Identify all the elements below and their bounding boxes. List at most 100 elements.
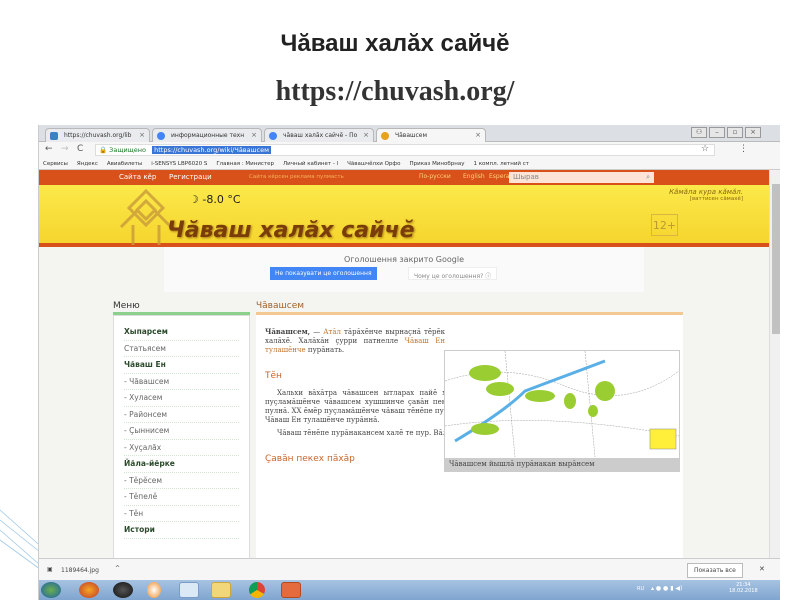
windows-taskbar: RU ▴ ● ● ▮ ◀) 21:34 18.02.2018	[39, 580, 780, 600]
tab-label: https://chuvash.org/lib	[64, 132, 132, 139]
menu-item[interactable]: - Çыннисем	[124, 423, 239, 440]
browser-screenshot: https://chuvash.org/lib × информационные …	[38, 125, 780, 600]
close-download-bar-button[interactable]: ✕	[759, 565, 765, 573]
bookmark-item[interactable]: 1 компл. летний ст	[473, 161, 529, 167]
powerpoint-icon[interactable]	[281, 582, 301, 598]
bookmark-item[interactable]: Личный кабинет - l	[283, 161, 338, 167]
login-link[interactable]: Сайта кĕр	[119, 173, 156, 181]
promo-text: Сайта кĕрсен реклама пулмасть	[249, 174, 344, 180]
site-top-bar: Сайта кĕр Регистраци Сайта кĕрсен реклам…	[39, 170, 769, 185]
explorer-icon[interactable]	[211, 582, 231, 598]
image-file-icon: ▣	[47, 566, 53, 573]
download-filename[interactable]: 1189464.jpg	[61, 567, 99, 574]
sidebar-menu: Меню Хыпарсем Статьясем Чăваш Ен - Чăвашсем…	[113, 295, 250, 565]
word-icon[interactable]	[179, 582, 199, 598]
weather-widget: ☽ -8.0 °C	[189, 193, 241, 206]
page-scrollbar[interactable]	[769, 170, 780, 560]
bookmarks-bar: Сервисы Яндекс Авиабилеты i-SENSYS LBP6020 …	[39, 158, 780, 170]
slide-title: Чăваш халăх сайчĕ	[280, 30, 510, 57]
forward-icon[interactable]: →	[61, 144, 69, 154]
site-logo-text[interactable]: Чăваш халăх сайчĕ	[167, 218, 415, 243]
chrome-icon[interactable]	[249, 582, 265, 598]
close-icon[interactable]: ×	[139, 131, 145, 139]
camera-app-icon[interactable]	[113, 582, 133, 598]
menu-item[interactable]: Йăла-йĕрке	[124, 456, 239, 473]
search-icon[interactable]: ⌕	[646, 173, 650, 182]
profile-button[interactable]: ⚇	[691, 127, 707, 138]
map-image	[444, 350, 680, 458]
clock[interactable]: 21:34 18.02.2018	[729, 582, 758, 594]
motto-source: [ваттисен сăмахĕ]	[689, 196, 743, 202]
motto: Кăмăла кура кăмăл. [ваттисен сăмахĕ]	[669, 188, 743, 202]
menu-item[interactable]: Статьясем	[124, 341, 239, 357]
why-ad-button[interactable]: Чому це оголошення? ⓘ	[408, 267, 498, 280]
bookmark-item[interactable]: Авиабилеты	[107, 161, 142, 167]
clock-date: 18.02.2018	[729, 588, 758, 594]
firefox-icon[interactable]	[79, 582, 99, 598]
motto-text: Кăмăла кура кăмăл.	[669, 188, 743, 196]
menu-item[interactable]: - Хуçалăх	[124, 440, 239, 456]
tab-google-search[interactable]: информационные техн ×	[152, 128, 262, 142]
star-icon[interactable]: ☆	[701, 144, 709, 154]
site-search-input[interactable]: Шырав ⌕	[509, 172, 654, 183]
article-body: Чăвашсем, — Атăл тăрăхĕнче вырнаçнă тĕрĕ…	[256, 315, 683, 575]
menu-item[interactable]: - Чăвашсем	[124, 374, 239, 390]
tab-label: информационные техн	[171, 132, 245, 139]
bookmark-item[interactable]: Главная : Министер	[216, 161, 274, 167]
bookmark-item[interactable]: Приказ Минобрнау	[410, 161, 465, 167]
lang-english[interactable]: English	[463, 173, 485, 180]
minimize-button[interactable]: –	[709, 127, 725, 138]
address-input[interactable]: 🔒 Защищено https://chuvash.org/wiki/Чăва…	[95, 144, 715, 156]
menu-item[interactable]: - Тĕрĕсем	[124, 473, 239, 489]
address-bar-row: ← → C 🔒 Защищено https://chuvash.org/wik…	[39, 142, 780, 158]
bookmark-item[interactable]: Сервисы	[43, 161, 68, 167]
moon-icon: ☽	[189, 193, 199, 206]
bookmark-item[interactable]: Чăвашчĕлхи Орфо	[347, 161, 400, 167]
menu-item[interactable]: - Тĕн	[124, 506, 239, 522]
media-player-icon[interactable]	[147, 582, 161, 598]
sun-icon	[381, 132, 389, 140]
close-icon[interactable]: ×	[475, 131, 481, 139]
download-bar: ▣ 1189464.jpg ^ Показать все ✕	[39, 558, 780, 580]
lock-icon: 🔒	[99, 146, 108, 154]
menu-item[interactable]: - Хуласем	[124, 390, 239, 407]
temperature: -8.0 °C	[202, 193, 241, 206]
register-link[interactable]: Регистраци	[169, 173, 212, 181]
tab-label: чăваш халăх сайчĕ - По	[283, 132, 358, 139]
scrollbar-thumb[interactable]	[772, 184, 780, 334]
tab-chuvashsem[interactable]: Чăвашсем ×	[376, 128, 486, 142]
bookmark-item[interactable]: Яндекс	[77, 161, 98, 167]
menu-item[interactable]: - Районсем	[124, 407, 239, 423]
close-icon[interactable]: ×	[363, 131, 369, 139]
reload-icon[interactable]: C	[77, 144, 83, 154]
slide-url: https://chuvash.org/	[275, 76, 515, 107]
show-all-downloads-button[interactable]: Показать все	[687, 563, 743, 578]
site-icon	[50, 132, 58, 140]
intro-text: —	[310, 328, 324, 336]
back-icon[interactable]: ←	[45, 144, 53, 154]
language-indicator[interactable]: RU	[637, 586, 644, 592]
tab-bar: https://chuvash.org/lib × информационные …	[39, 125, 780, 142]
map-figure[interactable]: Чăвашсем йышлă пурăнакан вырăнсем	[444, 350, 680, 472]
maximize-button[interactable]: ▫	[727, 127, 743, 138]
bookmark-item[interactable]: i-SENSYS LBP6020 S	[151, 161, 207, 167]
menu-title: Меню	[113, 295, 250, 315]
menu-item[interactable]: Истори	[124, 522, 239, 539]
close-icon[interactable]: ×	[251, 131, 257, 139]
google-icon	[269, 132, 277, 140]
link-atal[interactable]: Атăл	[323, 328, 341, 336]
ad-notice-text: Оголошення закрито Google	[343, 255, 465, 264]
close-window-button[interactable]: ×	[745, 127, 761, 138]
chevron-up-icon[interactable]: ^	[115, 565, 120, 572]
menu-item[interactable]: Чăваш Ен	[124, 357, 239, 374]
site-header: ☽ -8.0 °C Чăваш халăх сайчĕ Кăмăла кура …	[39, 185, 769, 247]
hide-ad-button[interactable]: Не показувати це оголошення	[270, 267, 377, 280]
tab-chuvash-lib[interactable]: https://chuvash.org/lib ×	[45, 128, 150, 142]
menu-item[interactable]: Хыпарсем	[124, 324, 239, 341]
menu-icon[interactable]: ⋮	[739, 144, 748, 154]
tray-icons[interactable]: ▴ ● ● ▮ ◀)	[651, 585, 682, 592]
menu-item[interactable]: - Тĕпелĕ	[124, 489, 239, 506]
start-button-icon[interactable]	[41, 582, 61, 598]
tab-google-search-2[interactable]: чăваш халăх сайчĕ - По ×	[264, 128, 374, 142]
lang-russian[interactable]: По-русски	[419, 173, 451, 180]
